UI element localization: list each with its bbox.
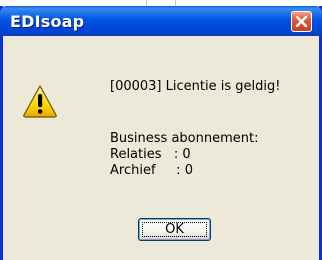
warning-icon: [22, 84, 58, 118]
message-text: [00003] Licentie is geldig!: [110, 79, 281, 94]
message-text: Business abonnement:: [110, 131, 259, 146]
message-dialog: EDIsoap [00003] Licentie is geldig! Busi…: [0, 6, 322, 260]
close-button[interactable]: [291, 11, 312, 32]
dialog-title: EDIsoap: [10, 12, 85, 31]
focus-rectangle: [142, 222, 207, 237]
message-text: Archief : 0: [110, 163, 193, 178]
message-text: Relaties : 0: [110, 147, 191, 162]
close-icon: [295, 15, 308, 28]
ok-button[interactable]: OK: [138, 218, 211, 241]
title-bar[interactable]: EDIsoap: [0, 6, 322, 36]
